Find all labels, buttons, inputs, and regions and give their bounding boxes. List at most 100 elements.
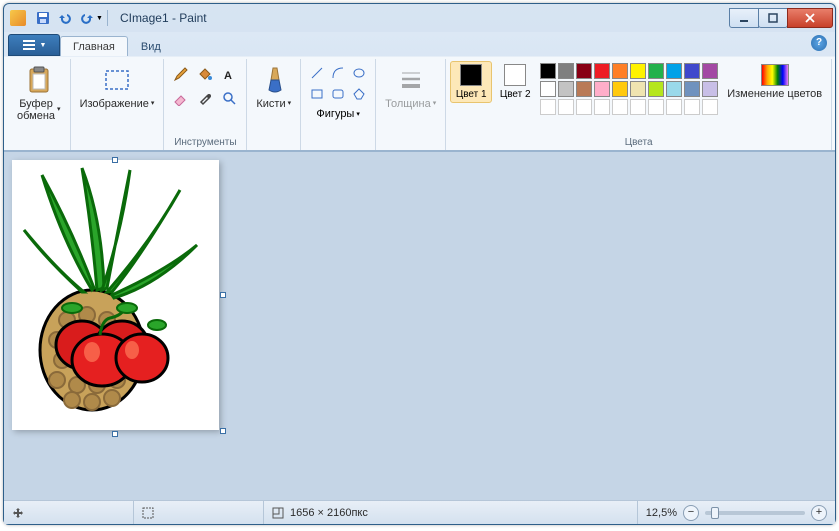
palette-swatch[interactable] [540,81,556,97]
palette-swatch[interactable] [648,81,664,97]
selection-icon [142,507,154,519]
palette-swatch[interactable] [540,63,556,79]
canvas-content [12,160,219,430]
color1-swatch [460,64,482,86]
color1-button[interactable]: Цвет 1 [450,61,492,103]
canvas-area[interactable] [4,151,835,500]
help-button[interactable]: ? [811,35,827,51]
palette-swatch-empty[interactable] [612,99,628,115]
select-icon [101,64,133,96]
spectrum-icon [761,64,789,86]
resize-handle-e[interactable] [220,292,226,298]
fill-tool[interactable] [194,63,216,85]
minimize-button[interactable] [729,8,759,28]
zoom-value: 12,5% [646,507,677,519]
palette-swatch[interactable] [594,81,610,97]
select-button[interactable]: Изображение▾ [75,61,160,113]
shape-line[interactable] [307,63,327,83]
file-menu-button[interactable]: ▼ [8,34,60,56]
palette-swatch[interactable] [576,63,592,79]
palette-swatch-empty[interactable] [594,99,610,115]
ribbon-home: Буфер обмена▾ Изображение▾ [4,56,835,150]
close-button[interactable] [787,8,833,28]
status-bar: 1656 × 2160пкс 12,5% − + [4,500,835,524]
palette-swatch[interactable] [558,81,574,97]
shape-roundrect[interactable] [328,84,348,104]
size-icon [395,64,427,96]
color2-button[interactable]: Цвет 2 [494,61,536,103]
shape-oval[interactable] [349,63,369,83]
zoom-slider[interactable] [705,511,805,515]
palette-swatch-empty[interactable] [666,99,682,115]
group-size: Толщина▾ [376,59,446,150]
palette-swatch-empty[interactable] [648,99,664,115]
palette-swatch[interactable] [630,81,646,97]
svg-text:A: A [224,70,232,82]
tab-view[interactable]: Вид [128,36,174,56]
color-palette [538,61,720,117]
canvas-frame [12,160,219,430]
zoom-in-button[interactable]: + [811,505,827,521]
shape-rect[interactable] [307,84,327,104]
move-icon [12,507,24,519]
group-brushes: Кисти▾ [247,59,301,150]
palette-swatch-empty[interactable] [558,99,574,115]
resize-handle-se[interactable] [220,428,226,434]
maximize-button[interactable] [758,8,788,28]
brushes-button[interactable]: Кисти▾ [251,61,296,113]
undo-button[interactable] [56,9,74,27]
palette-swatch[interactable] [576,81,592,97]
group-clipboard: Буфер обмена▾ [8,59,71,150]
palette-swatch[interactable] [702,63,718,79]
tab-strip: ▼ Главная Вид ? [4,32,835,56]
shapes-gallery[interactable] [305,61,371,106]
color2-swatch [504,64,526,86]
app-icon [10,10,26,26]
tab-home[interactable]: Главная [60,36,128,56]
group-image: Изображение▾ [71,59,165,150]
palette-swatch[interactable] [684,81,700,97]
resize-handle-s[interactable] [112,431,118,437]
palette-swatch[interactable] [612,63,628,79]
size-button[interactable]: Толщина▾ [380,61,441,113]
save-button[interactable] [34,9,52,27]
palette-swatch[interactable] [666,81,682,97]
palette-swatch[interactable] [630,63,646,79]
canvas[interactable] [12,160,219,430]
palette-swatch-empty[interactable] [630,99,646,115]
palette-swatch[interactable] [558,63,574,79]
palette-swatch-empty[interactable] [684,99,700,115]
size-icon [272,507,284,519]
edit-colors-button[interactable]: Изменение цветов [722,61,827,103]
clipboard-icon [23,64,55,96]
text-tool[interactable]: A [218,63,240,85]
palette-swatch-empty[interactable] [702,99,718,115]
qat-dropdown[interactable]: ▼ [96,15,103,22]
shape-poly[interactable] [349,84,369,104]
palette-swatch[interactable] [666,63,682,79]
eraser-tool[interactable] [170,87,192,109]
color-picker-tool[interactable] [194,87,216,109]
group-shapes: Фигуры▾ [301,59,376,150]
shape-curve[interactable] [328,63,348,83]
magnifier-tool[interactable] [218,87,240,109]
palette-swatch-empty[interactable] [540,99,556,115]
palette-swatch[interactable] [684,63,700,79]
group-tools: A Инструменты [164,59,247,150]
palette-swatch[interactable] [702,81,718,97]
palette-swatch-empty[interactable] [576,99,592,115]
palette-swatch[interactable] [648,63,664,79]
window-title: CImage1 - Paint [120,11,207,25]
palette-swatch[interactable] [594,63,610,79]
selection-size [134,501,264,524]
zoom-control: 12,5% − + [638,505,835,521]
brush-icon [258,64,290,96]
paste-button[interactable]: Буфер обмена▾ [12,61,66,125]
pencil-tool[interactable] [170,63,192,85]
group-colors: Цвет 1 Цвет 2 Изменение цветов Цвета [446,59,832,150]
image-size: 1656 × 2160пкс [264,501,638,524]
palette-swatch[interactable] [612,81,628,97]
redo-button[interactable] [78,9,96,27]
zoom-out-button[interactable]: − [683,505,699,521]
resize-handle-n[interactable] [112,157,118,163]
